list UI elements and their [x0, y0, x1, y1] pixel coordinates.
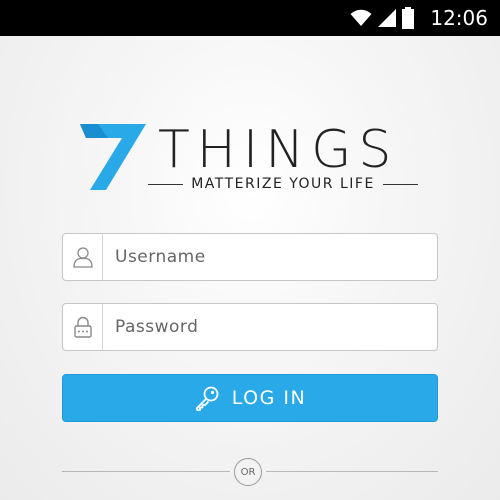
login-button[interactable]: LOG IN: [62, 374, 438, 422]
brand-logo: THINGS MATTERIZE YOUR LIFE: [78, 120, 423, 195]
signal-icon: [378, 9, 397, 27]
tagline-rule-right: [382, 183, 419, 185]
or-rule-left: [62, 471, 230, 472]
brand-tagline: MATTERIZE YOUR LIFE: [148, 176, 419, 192]
battery-icon: [402, 7, 415, 29]
lock-icon: [73, 316, 92, 338]
username-icon-cell: [63, 234, 103, 280]
password-icon-cell: [63, 304, 103, 350]
status-bar: 12:06: [0, 0, 500, 36]
password-input[interactable]: [103, 304, 423, 350]
wifi-icon: [350, 9, 372, 27]
key-icon: [195, 386, 219, 411]
password-field[interactable]: [62, 303, 438, 351]
login-button-label: LOG IN: [231, 387, 307, 409]
user-icon: [72, 247, 93, 268]
status-clock: 12:06: [430, 6, 488, 30]
or-divider: OR: [62, 458, 438, 488]
username-field[interactable]: [62, 233, 438, 281]
username-input[interactable]: [103, 234, 423, 280]
seven-logo-mark: [80, 124, 146, 190]
or-rule-right: [266, 471, 438, 472]
brand-name: THINGS: [158, 120, 399, 180]
tagline-rule-left: [148, 183, 184, 185]
tagline-text: MATTERIZE YOUR LIFE: [191, 176, 375, 192]
or-badge: OR: [234, 458, 262, 486]
